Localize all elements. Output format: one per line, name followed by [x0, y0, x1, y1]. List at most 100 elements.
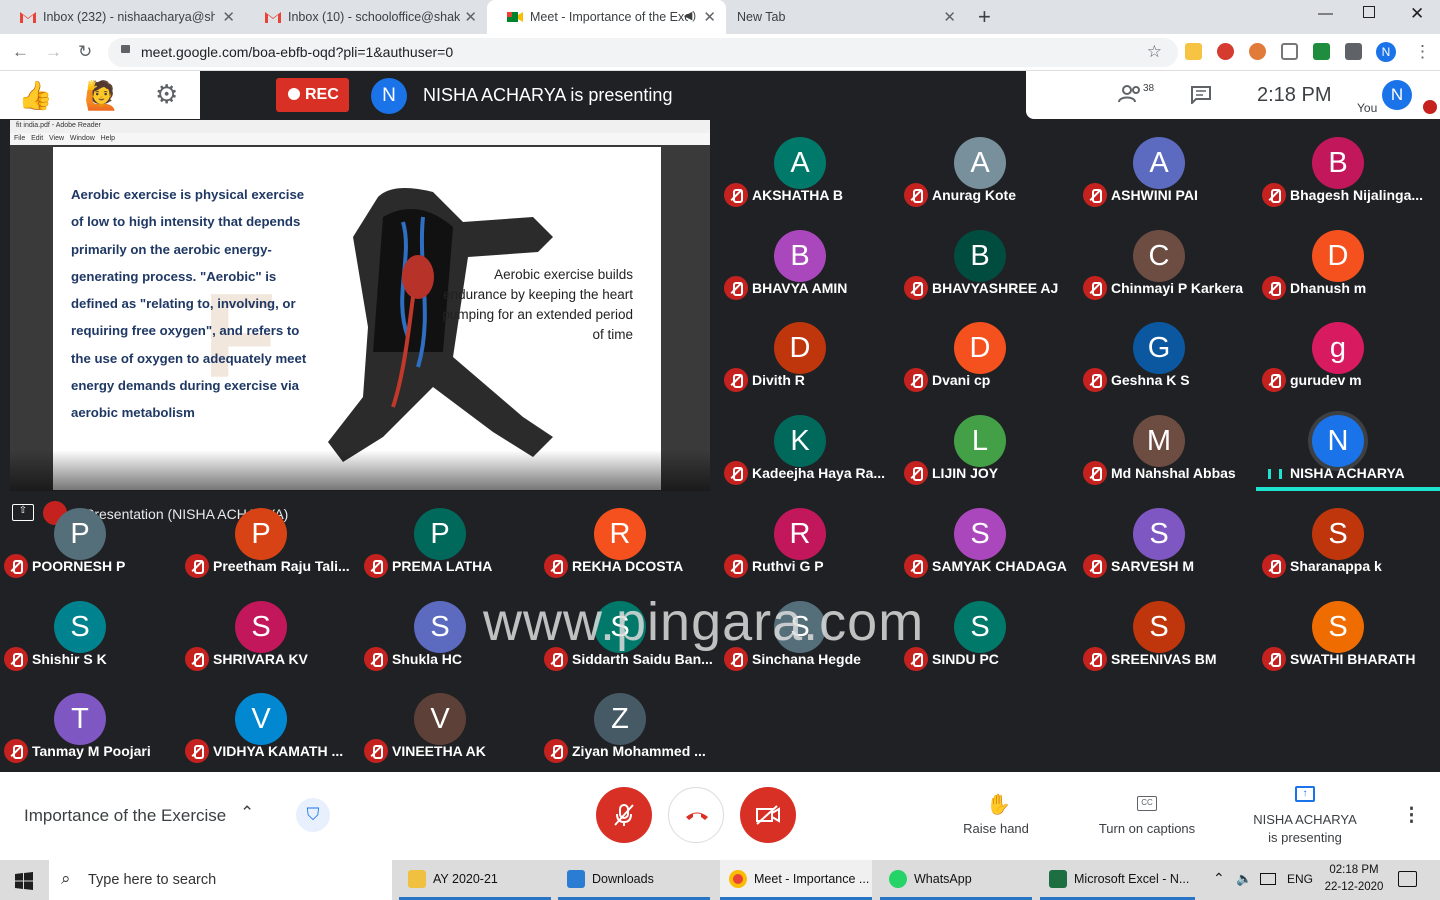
- close-icon[interactable]: ✕: [703, 8, 716, 26]
- meeting-title[interactable]: Importance of the Exercise: [24, 806, 226, 826]
- raise-hand-button[interactable]: Raise hand: [946, 821, 1046, 836]
- taskbar-whatsapp[interactable]: WhatsApp: [880, 860, 1032, 900]
- participant-tile[interactable]: S SAMYAK CHADAGA: [898, 490, 1078, 583]
- tab-meet[interactable]: Meet - Importance of the Exe ◀) ✕: [487, 0, 726, 34]
- kebab-menu-icon[interactable]: ⋮: [1414, 42, 1431, 62]
- participant-tile[interactable]: S SREENIVAS BM: [1077, 583, 1257, 676]
- participant-tile[interactable]: R REKHA DCOSTA: [538, 490, 718, 583]
- participant-tile[interactable]: g gurudev m: [1256, 304, 1436, 397]
- participant-tile[interactable]: D Dhanush m: [1256, 212, 1436, 305]
- presenter-avatar: N: [371, 78, 407, 114]
- participant-tile[interactable]: S SINDU PC: [898, 583, 1078, 676]
- thumbs-up-icon[interactable]: 👍: [18, 79, 53, 112]
- participant-tile[interactable]: V VINEETHA AK: [358, 675, 538, 768]
- chevron-up-icon[interactable]: ⌃: [240, 803, 254, 823]
- close-icon[interactable]: ✕: [464, 8, 477, 26]
- participant-tile[interactable]: T Tanmay M Poojari: [0, 675, 178, 768]
- participant-tile[interactable]: Z Ziyan Mohammed ...: [538, 675, 718, 768]
- notification-icon[interactable]: [1398, 871, 1417, 887]
- participant-tile[interactable]: K Kadeejha Haya Ra...: [718, 397, 898, 490]
- close-window-icon[interactable]: ✕: [1410, 4, 1424, 24]
- participant-tile[interactable]: S SHRIVARA KV: [179, 583, 359, 676]
- reload-icon[interactable]: ↻: [78, 42, 92, 62]
- presentation-tile[interactable]: fit india.pdf - Adobe Reader File Edit V…: [10, 120, 710, 525]
- taskbar-date[interactable]: 22-12-2020: [1321, 881, 1387, 893]
- sheets-icon[interactable]: [1313, 43, 1330, 60]
- taskbar-excel[interactable]: Microsoft Excel - N...: [1040, 860, 1195, 900]
- participant-tile[interactable]: S Sharanappa k: [1256, 490, 1436, 583]
- leave-call-button[interactable]: [668, 787, 724, 843]
- shield-lock-icon[interactable]: ⛉: [296, 798, 330, 832]
- participant-tile[interactable]: B Bhagesh Nijalinga...: [1256, 119, 1436, 212]
- extension-icon-4[interactable]: [1281, 43, 1298, 60]
- volume-icon[interactable]: 🔈: [1236, 871, 1252, 887]
- taskbar-search-input[interactable]: ⌕ Type here to search: [49, 860, 392, 900]
- extension-icon-2[interactable]: [1217, 43, 1234, 60]
- participant-tile[interactable]: N NISHA ACHARYA: [1256, 397, 1440, 491]
- star-icon[interactable]: ☆: [1147, 42, 1162, 62]
- back-icon[interactable]: ←: [12, 42, 29, 62]
- participant-tile[interactable]: D Divith R: [718, 304, 898, 397]
- mic-muted-icon: [1262, 183, 1286, 207]
- participant-tile[interactable]: B BHAVYA AMIN: [718, 212, 898, 305]
- participant-tile[interactable]: L LIJIN JOY: [898, 397, 1078, 490]
- participant-tile[interactable]: M Md Nahshal Abbas: [1077, 397, 1257, 490]
- present-now-icon[interactable]: ↑: [1295, 786, 1315, 802]
- extension-icon-3[interactable]: [1249, 43, 1266, 60]
- participant-tile[interactable]: G Geshna K S: [1077, 304, 1257, 397]
- participant-name: NISHA ACHARYA: [1290, 465, 1405, 481]
- participant-tile[interactable]: A ASHWINI PAI: [1077, 119, 1257, 212]
- chevron-up-tray-icon[interactable]: ⌃: [1213, 870, 1225, 887]
- mic-muted-icon: [724, 368, 748, 392]
- participant-tile[interactable]: D Dvani cp: [898, 304, 1078, 397]
- present-status-line1[interactable]: NISHA ACHARYA: [1236, 812, 1374, 827]
- participant-tile[interactable]: R Ruthvi G P: [718, 490, 898, 583]
- language-indicator[interactable]: ENG: [1287, 872, 1313, 886]
- participant-tile[interactable]: P POORNESH P: [0, 490, 178, 583]
- maximize-icon[interactable]: [1363, 6, 1375, 18]
- participant-tile[interactable]: A Anurag Kote: [898, 119, 1078, 212]
- chat-icon[interactable]: [1191, 86, 1211, 104]
- url-field[interactable]: meet.google.com/boa-ebfb-oqd?pli=1&authu…: [108, 38, 1178, 67]
- more-options-icon[interactable]: ⋮: [1402, 804, 1421, 827]
- address-bar: ← → ↻ meet.google.com/boa-ebfb-oqd?pli=1…: [0, 34, 1440, 71]
- captions-button[interactable]: Turn on captions: [1086, 821, 1208, 836]
- participant-tile[interactable]: V VIDHYA KAMATH ...: [179, 675, 359, 768]
- captions-icon[interactable]: CC: [1137, 796, 1157, 811]
- taskbar-folder[interactable]: AY 2020-21: [399, 860, 551, 900]
- tab-new[interactable]: New Tab ✕: [726, 0, 966, 34]
- taskbar-downloads[interactable]: Downloads: [558, 860, 710, 900]
- taskbar-time[interactable]: 02:18 PM: [1326, 864, 1382, 876]
- participant-name: SARVESH M: [1111, 558, 1194, 574]
- self-avatar[interactable]: N: [1382, 80, 1412, 110]
- raise-hand-icon[interactable]: ✋: [986, 792, 1011, 817]
- participant-tile[interactable]: P PREMA LATHA: [358, 490, 538, 583]
- taskbar-chrome[interactable]: Meet - Importance ...: [720, 860, 872, 900]
- tab-gmail-2[interactable]: Inbox (10) - schooloffice@shakth ✕: [245, 0, 487, 34]
- network-icon[interactable]: [1260, 873, 1276, 885]
- camera-toggle-button[interactable]: [740, 787, 796, 843]
- close-icon[interactable]: ✕: [222, 8, 235, 26]
- puzzle-icon[interactable]: [1345, 43, 1362, 60]
- minimize-icon[interactable]: —: [1318, 5, 1333, 22]
- participant-tile[interactable]: P Preetham Raju Tali...: [179, 490, 359, 583]
- mic-toggle-button[interactable]: [596, 787, 652, 843]
- settings-gear-icon[interactable]: ⚙: [155, 79, 178, 110]
- new-tab-icon[interactable]: +: [978, 4, 991, 30]
- close-icon[interactable]: ✕: [943, 8, 956, 26]
- participant-tile[interactable]: S SWATHI BHARATH: [1256, 583, 1436, 676]
- people-icon[interactable]: [1118, 85, 1142, 103]
- profile-avatar[interactable]: N: [1376, 42, 1396, 62]
- speaker-icon[interactable]: ◀): [684, 9, 696, 22]
- windows-start-icon[interactable]: [15, 872, 33, 890]
- participant-avatar: S: [1312, 601, 1364, 653]
- extension-icon-1[interactable]: [1185, 43, 1202, 60]
- participant-tile[interactable]: B BHAVYASHREE AJ: [898, 212, 1078, 305]
- participant-tile[interactable]: S SARVESH M: [1077, 490, 1257, 583]
- tab-gmail-1[interactable]: Inbox (232) - nishaacharya@shak ✕: [0, 0, 245, 34]
- forward-icon[interactable]: →: [45, 42, 62, 62]
- participant-tile[interactable]: S Shishir S K: [0, 583, 178, 676]
- participant-tile[interactable]: C Chinmayi P Karkera: [1077, 212, 1257, 305]
- raise-hand-emoji-icon[interactable]: 🙋: [84, 79, 119, 112]
- participant-tile[interactable]: A AKSHATHA B: [718, 119, 898, 212]
